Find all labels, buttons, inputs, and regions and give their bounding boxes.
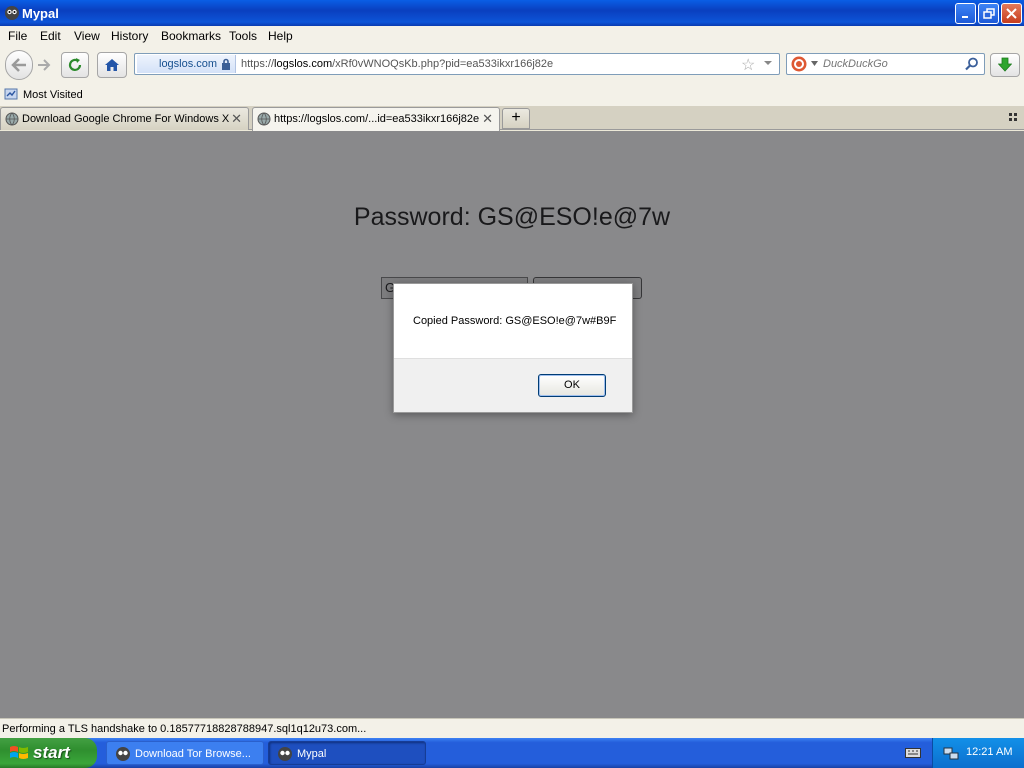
globe-icon bbox=[257, 112, 271, 126]
menu-view[interactable]: View bbox=[74, 29, 100, 43]
ok-button[interactable]: OK bbox=[538, 374, 606, 397]
bookmark-star-icon[interactable]: ☆ bbox=[741, 55, 755, 75]
system-tray: 12:21 AM bbox=[932, 738, 1024, 768]
menu-bookmarks[interactable]: Bookmarks bbox=[161, 29, 221, 43]
mypal-app-icon bbox=[278, 747, 292, 761]
url-prefix: https:// bbox=[241, 58, 275, 70]
bookmark-most-visited[interactable]: Most Visited bbox=[4, 87, 83, 101]
forward-arrow-icon bbox=[38, 59, 51, 71]
forward-button[interactable] bbox=[32, 52, 56, 78]
tab-label: Download Google Chrome For Windows X... bbox=[22, 113, 230, 125]
new-tab-button[interactable]: + bbox=[502, 108, 530, 129]
title-bar: Mypal bbox=[0, 0, 1024, 26]
tab-close-icon[interactable]: ✕ bbox=[482, 111, 493, 127]
status-text: Performing a TLS handshake to 0.18577718… bbox=[2, 723, 367, 735]
taskbar-item-mypal[interactable]: Mypal bbox=[268, 741, 426, 765]
tab-label: https://logslos.com/...id=ea533ikxr166j8… bbox=[274, 113, 480, 125]
plus-icon: + bbox=[511, 109, 521, 126]
url-bar[interactable]: logslos.com https://logslos.com/xRf0vWNO… bbox=[134, 53, 780, 75]
tab-download-chrome[interactable]: Download Google Chrome For Windows X... … bbox=[0, 107, 249, 130]
bookmarks-toolbar: Most Visited bbox=[0, 84, 1024, 106]
url-domain: logslos.com bbox=[274, 58, 333, 70]
back-button[interactable] bbox=[5, 50, 33, 80]
status-bar: Performing a TLS handshake to 0.18577718… bbox=[0, 718, 1024, 738]
lock-icon bbox=[222, 58, 230, 70]
menu-tools[interactable]: Tools bbox=[229, 29, 257, 43]
restore-icon bbox=[982, 8, 995, 19]
tab-list-icon[interactable] bbox=[1008, 112, 1018, 122]
tab-logslos[interactable]: https://logslos.com/...id=ea533ikxr166j8… bbox=[252, 107, 500, 131]
identity-host: logslos.com bbox=[159, 58, 218, 70]
restore-button[interactable] bbox=[978, 3, 999, 24]
start-label: start bbox=[33, 743, 70, 762]
home-button[interactable] bbox=[97, 52, 127, 78]
minimize-icon bbox=[961, 16, 968, 18]
back-arrow-icon bbox=[11, 58, 26, 72]
globe-icon bbox=[5, 112, 19, 126]
menu-bar: File Edit View History Bookmarks Tools Help bbox=[0, 26, 1024, 46]
search-input[interactable] bbox=[823, 56, 963, 72]
clock[interactable]: 12:21 AM bbox=[966, 746, 1012, 758]
reload-icon bbox=[68, 58, 82, 71]
windows-flag-icon bbox=[10, 746, 28, 759]
taskbar-item-tor-download[interactable]: Download Tor Browse... bbox=[106, 741, 264, 765]
tab-close-icon[interactable]: ✕ bbox=[231, 111, 242, 127]
page-content: Password: GS@ESO!e@7w G Copied Password:… bbox=[0, 131, 1024, 718]
downloads-button[interactable] bbox=[990, 53, 1020, 77]
minimize-button[interactable] bbox=[955, 3, 976, 24]
menu-help[interactable]: Help bbox=[268, 29, 293, 43]
mypal-app-icon bbox=[116, 747, 130, 761]
duckduckgo-icon[interactable] bbox=[791, 56, 807, 72]
reload-button[interactable] bbox=[61, 52, 89, 78]
download-arrow-icon bbox=[998, 57, 1012, 72]
taskbar-item-label: Mypal bbox=[297, 748, 327, 760]
keyboard-layout-icon[interactable] bbox=[905, 747, 921, 759]
menu-edit[interactable]: Edit bbox=[40, 29, 61, 43]
engine-dropdown-icon[interactable] bbox=[811, 61, 818, 66]
alert-dialog: Copied Password: GS@ESO!e@7w#B9F OK bbox=[393, 283, 633, 413]
taskbar-item-label: Download Tor Browse... bbox=[135, 748, 251, 760]
network-icon[interactable] bbox=[943, 745, 959, 761]
url-text: https://logslos.com/xRf0vWNOQsKb.php?pid… bbox=[241, 58, 553, 70]
site-identity-button[interactable]: logslos.com bbox=[137, 55, 236, 73]
dialog-message: Copied Password: GS@ESO!e@7w#B9F bbox=[413, 315, 617, 327]
menu-history[interactable]: History bbox=[111, 29, 148, 43]
modal-overlay bbox=[0, 131, 1024, 718]
search-bar[interactable] bbox=[786, 53, 985, 75]
url-dropdown-icon[interactable] bbox=[763, 58, 773, 68]
search-icon[interactable] bbox=[965, 57, 979, 71]
menu-file[interactable]: File bbox=[8, 29, 27, 43]
taskbar: start Download Tor Browse... Mypal 12:21… bbox=[0, 738, 1024, 768]
home-icon bbox=[105, 59, 119, 71]
window-title: Mypal bbox=[22, 6, 59, 21]
close-icon bbox=[1006, 8, 1017, 19]
mypal-app-icon bbox=[5, 6, 19, 20]
tab-strip: Download Google Chrome For Windows X... … bbox=[0, 106, 1024, 131]
most-visited-label: Most Visited bbox=[23, 89, 83, 101]
start-button[interactable]: start bbox=[0, 738, 97, 768]
dialog-footer: OK bbox=[394, 358, 632, 412]
url-path: /xRf0vWNOQsKb.php?pid=ea533ikxr166j82e bbox=[332, 58, 554, 70]
smart-folder-icon bbox=[4, 88, 18, 100]
close-button[interactable] bbox=[1001, 3, 1022, 24]
